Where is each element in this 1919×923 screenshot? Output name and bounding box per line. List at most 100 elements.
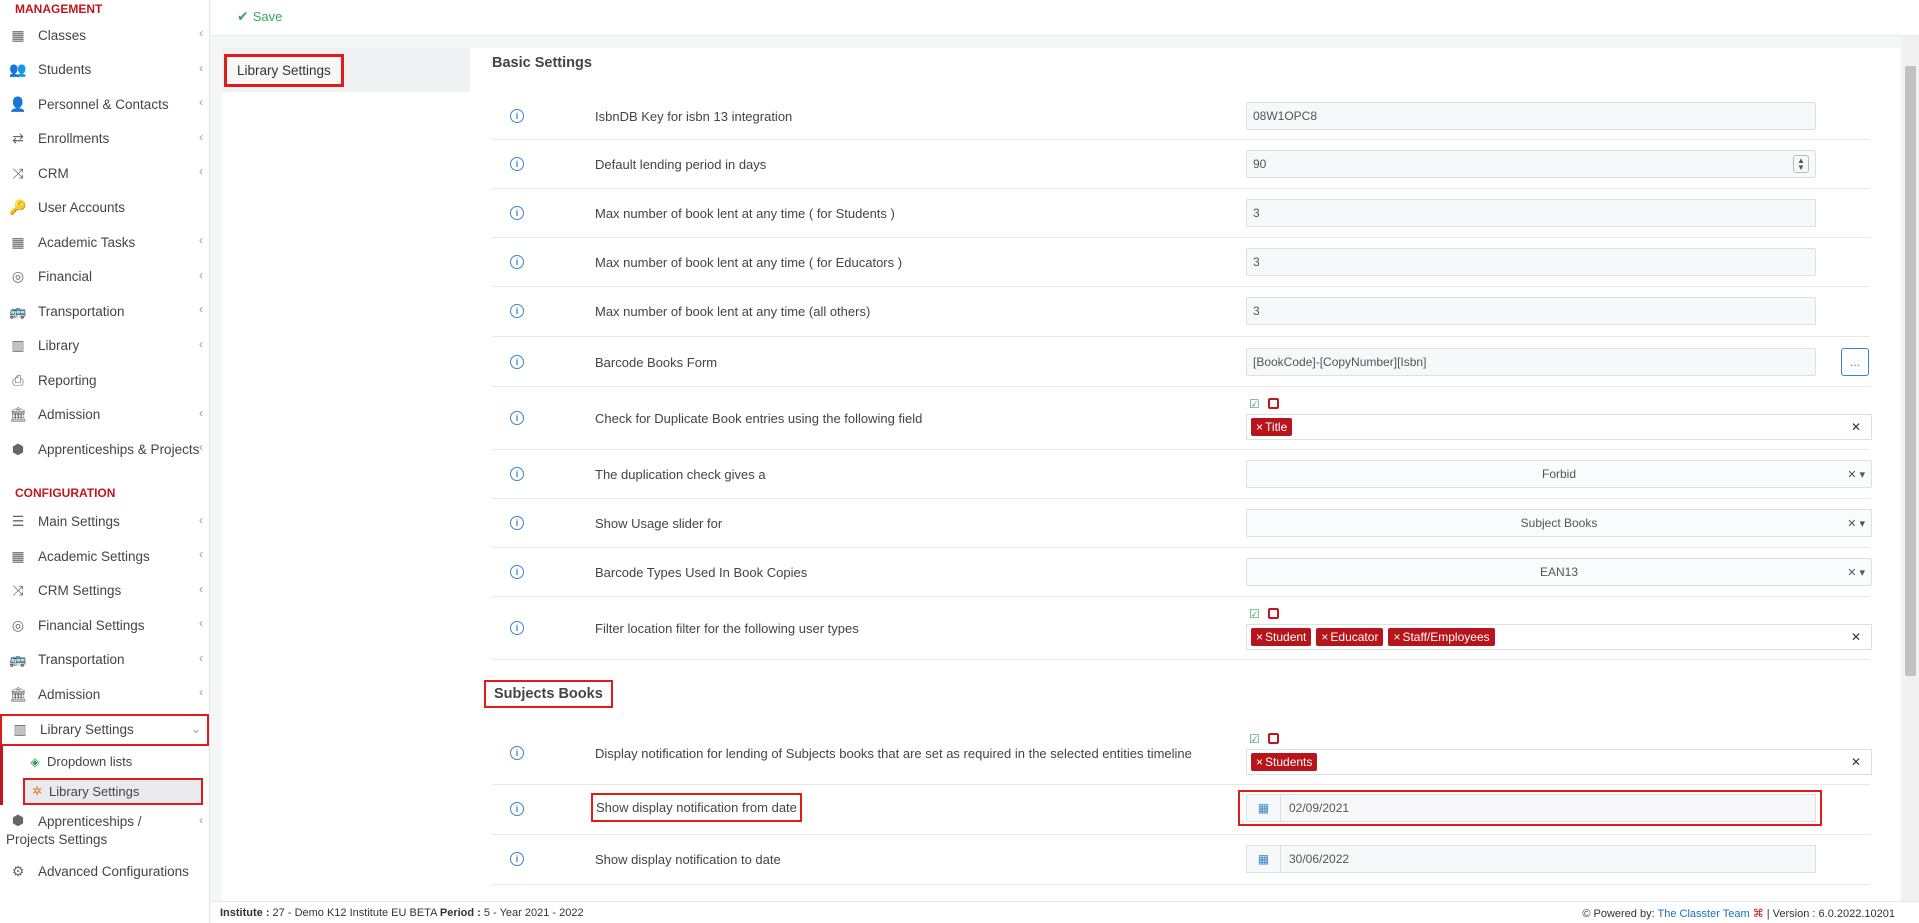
clear-dropdown-icon[interactable]: ✕ ▾ bbox=[1847, 517, 1865, 530]
sidebar-item-transportation[interactable]: 🚌 Transportation ‹ bbox=[0, 643, 209, 678]
sidebar-item-academic-settings[interactable]: ▦ Academic Settings ‹ bbox=[0, 539, 209, 574]
setting-row-max-students: i Max number of book lent at any time ( … bbox=[492, 189, 1870, 238]
sidebar-item-library-settings[interactable]: ▥ Library Settings ⌄ bbox=[0, 713, 209, 746]
max-others-input[interactable]: 3 bbox=[1246, 297, 1816, 325]
sidebar-item-main-settings[interactable]: ☰ Main Settings ‹ bbox=[0, 505, 209, 540]
info-icon[interactable]: i bbox=[510, 255, 524, 269]
deselect-all-icon[interactable] bbox=[1267, 733, 1279, 744]
sidebar-item-admission[interactable]: 🏛 Admission ‹ bbox=[0, 398, 209, 433]
tag-educator[interactable]: × Educator bbox=[1316, 628, 1384, 646]
display-notification-multiselect[interactable]: × Students ✕ bbox=[1246, 749, 1872, 775]
barcode-form-input[interactable]: [BookCode]-[CopyNumber][Isbn] bbox=[1246, 348, 1816, 376]
max-students-input[interactable]: 3 bbox=[1246, 199, 1816, 227]
info-icon[interactable]: i bbox=[510, 355, 524, 369]
tab-library-settings[interactable]: Library Settings bbox=[222, 48, 470, 92]
barcode-form-edit-button[interactable]: ... bbox=[1841, 348, 1869, 376]
sidebar-item-label: Academic Tasks bbox=[38, 234, 136, 250]
date-value: 02/09/2021 bbox=[1289, 801, 1350, 815]
clear-dropdown-icon[interactable]: ✕ ▾ bbox=[1847, 566, 1865, 579]
sidebar-item-personnel-contacts[interactable]: 👤 Personnel & Contacts ‹ bbox=[0, 87, 209, 122]
calendar-icon[interactable]: ▦ bbox=[1247, 795, 1281, 821]
select-all-icon[interactable]: ☑ bbox=[1249, 397, 1260, 411]
to-date-picker[interactable]: ▦ 30/06/2022 bbox=[1246, 845, 1816, 873]
sidebar-item-advanced-configurations[interactable]: ⚙ Advanced Configurations bbox=[0, 855, 209, 890]
sidebar-item-label: Admission bbox=[38, 407, 101, 423]
vertical-scrollbar[interactable] bbox=[1902, 36, 1919, 908]
select-all-icon[interactable]: ☑ bbox=[1249, 607, 1260, 621]
info-icon[interactable]: i bbox=[510, 802, 524, 816]
duplicate-field-multiselect[interactable]: × Title ✕ bbox=[1246, 414, 1872, 440]
scrollbar-thumb[interactable] bbox=[1905, 66, 1916, 676]
info-icon[interactable]: i bbox=[510, 304, 524, 318]
usage-slider-select[interactable]: Subject Books ✕ ▾ bbox=[1246, 509, 1872, 537]
deselect-all-icon[interactable] bbox=[1267, 398, 1279, 409]
sidebar-item-apprenticeships-projects[interactable]: ⬢ Apprenticeships & Projects ‹ bbox=[0, 432, 209, 467]
chevron-left-icon: ‹ bbox=[199, 581, 203, 596]
location-filter-multiselect[interactable]: × Student × Educator × Staff/Employees ✕ bbox=[1246, 624, 1872, 650]
clear-dropdown-icon[interactable]: ✕ ▾ bbox=[1847, 468, 1865, 481]
setting-label: Max number of book lent at any time (all… bbox=[595, 304, 871, 319]
save-button[interactable]: ✔ Save bbox=[237, 8, 282, 25]
deselect-all-icon[interactable] bbox=[1267, 608, 1279, 619]
sidebar-item-classes[interactable]: ▦ Classes ‹ bbox=[0, 18, 209, 53]
tag-staff-employees[interactable]: × Staff/Employees bbox=[1388, 628, 1495, 646]
sidebar-subitem-dropdown-lists[interactable]: ◈ Dropdown lists bbox=[3, 746, 209, 778]
sidebar-item-user-accounts[interactable]: 🔑 User Accounts bbox=[0, 191, 209, 226]
info-icon[interactable]: i bbox=[510, 746, 524, 760]
sidebar-item-label: Main Settings bbox=[38, 514, 120, 530]
tag-student[interactable]: × Student bbox=[1251, 628, 1312, 646]
calendar-icon[interactable]: ▦ bbox=[1247, 846, 1281, 872]
sidebar-subitem-library-settings[interactable]: ✲ Library Settings bbox=[23, 777, 203, 805]
sidebar-item-apprenticeships-settings[interactable]: ⬢ Apprenticeships / Projects Settings ‹ bbox=[0, 805, 209, 855]
info-icon[interactable]: i bbox=[510, 565, 524, 579]
chevron-left-icon: ‹ bbox=[199, 405, 203, 420]
bus-icon: 🚌 bbox=[9, 651, 27, 668]
sidebar-item-financial[interactable]: ◎ Financial ‹ bbox=[0, 260, 209, 295]
info-icon[interactable]: i bbox=[510, 516, 524, 530]
tag-title[interactable]: × Title bbox=[1251, 418, 1293, 436]
clear-icon[interactable]: ✕ bbox=[1851, 420, 1861, 434]
clear-icon[interactable]: ✕ bbox=[1851, 755, 1861, 769]
lending-period-stepper[interactable]: 90 ▲ ▼ bbox=[1246, 150, 1816, 178]
sidebar-item-label: Transportation bbox=[38, 303, 125, 319]
info-icon[interactable]: i bbox=[510, 467, 524, 481]
students-icon: 👥 bbox=[9, 61, 27, 78]
tag-students[interactable]: × Students bbox=[1251, 753, 1318, 771]
sidebar-item-label: Admission bbox=[38, 686, 101, 702]
sidebar-item-financial-settings[interactable]: ◎ Financial Settings ‹ bbox=[0, 608, 209, 643]
duplication-check-select[interactable]: Forbid ✕ ▾ bbox=[1246, 460, 1872, 488]
clear-icon[interactable]: ✕ bbox=[1851, 630, 1861, 644]
info-icon[interactable]: i bbox=[510, 411, 524, 425]
info-icon[interactable]: i bbox=[510, 852, 524, 866]
configuration-section-title: CONFIGURATION bbox=[15, 485, 116, 500]
info-icon[interactable]: i bbox=[510, 157, 524, 171]
chevron-left-icon: ‹ bbox=[199, 812, 203, 827]
sidebar-item-library[interactable]: ▥ Library ‹ bbox=[0, 329, 209, 364]
classes-icon: ▦ bbox=[11, 26, 25, 43]
sidebar-item-enrollments[interactable]: ⇄ Enrollments ‹ bbox=[0, 122, 209, 157]
sidebar-item-crm-settings[interactable]: ⤨ CRM Settings ‹ bbox=[0, 574, 209, 609]
sidebar-item-reporting[interactable]: ⎙ Reporting bbox=[0, 363, 209, 398]
info-icon[interactable]: i bbox=[510, 109, 524, 123]
isbndb-key-input[interactable]: 08W1OPC8 bbox=[1246, 102, 1816, 130]
classter-team-link[interactable]: The Classter Team bbox=[1658, 908, 1750, 920]
sidebar-item-crm[interactable]: ⤨ CRM ‹ bbox=[0, 156, 209, 191]
setting-row-usage-slider: i Show Usage slider for Subject Books ✕ … bbox=[492, 499, 1872, 548]
max-educators-input[interactable]: 3 bbox=[1246, 248, 1816, 276]
sidebar-item-label: Apprenticeships / Projects Settings bbox=[6, 813, 142, 847]
info-icon[interactable]: i bbox=[510, 206, 524, 220]
from-date-picker[interactable]: ▦ 02/09/2021 bbox=[1246, 794, 1816, 822]
sidebar-item-admission[interactable]: 🏛 Admission ‹ bbox=[0, 677, 209, 712]
sidebar-item-students[interactable]: 👥 Students ‹ bbox=[0, 53, 209, 88]
info-icon[interactable]: i bbox=[510, 621, 524, 635]
stepper-arrows-icon[interactable]: ▲ ▼ bbox=[1793, 155, 1809, 173]
exchange-icon: ⇄ bbox=[12, 130, 24, 147]
select-all-icon[interactable]: ☑ bbox=[1249, 732, 1260, 746]
setting-label: Display notification for lending of Subj… bbox=[595, 746, 1192, 761]
sidebar-item-academic-tasks[interactable]: ▦ Academic Tasks ‹ bbox=[0, 225, 209, 260]
books-icon: ▥ bbox=[13, 721, 27, 737]
setting-label: The duplication check gives a bbox=[595, 467, 766, 482]
barcode-types-select[interactable]: EAN13 ✕ ▾ bbox=[1246, 558, 1872, 586]
sidebar-subitem-label: Library Settings bbox=[49, 783, 140, 799]
sidebar-item-transportation[interactable]: 🚌 Transportation ‹ bbox=[0, 294, 209, 329]
